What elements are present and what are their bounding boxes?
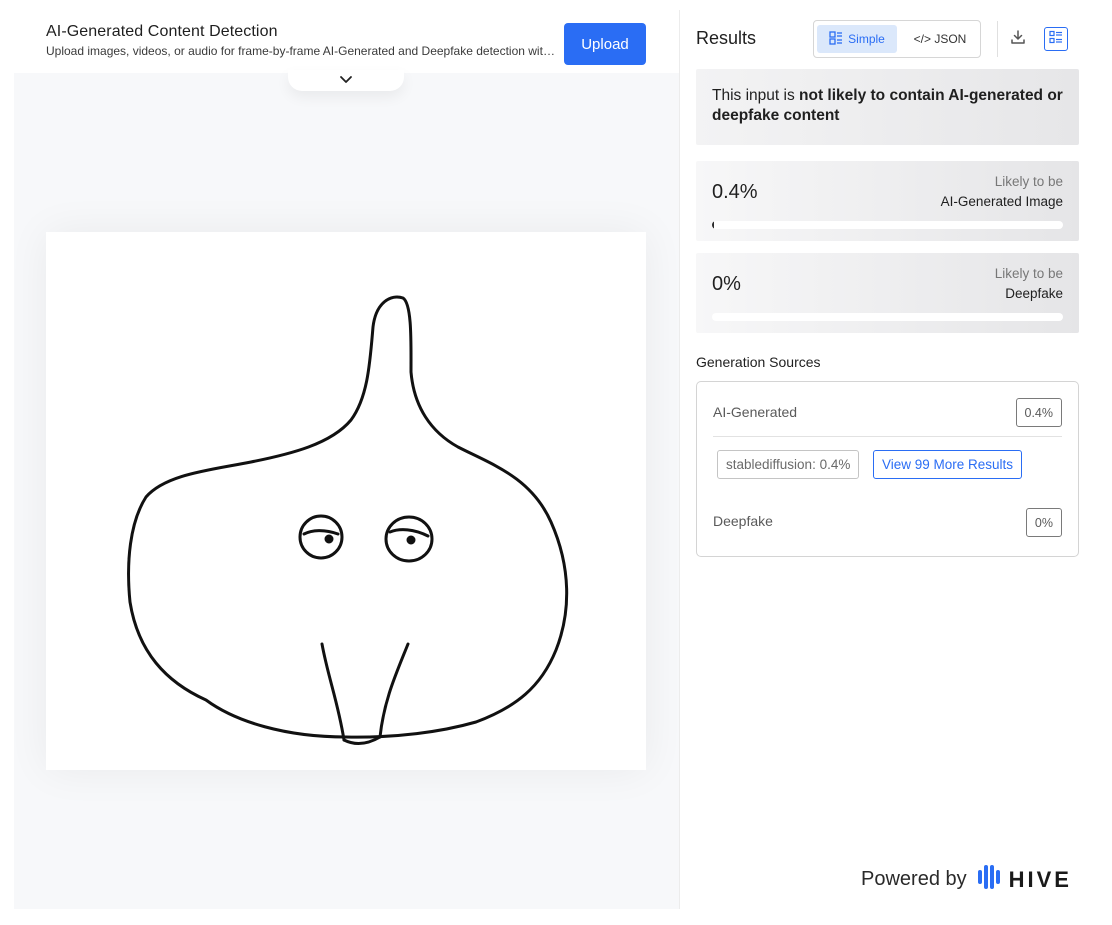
simple-view-label: Simple xyxy=(848,32,885,46)
page-subtitle: Upload images, videos, or audio for fram… xyxy=(46,44,556,58)
results-panel: Results Simple </> JSON This input is no… xyxy=(679,10,1112,909)
list-view-button[interactable] xyxy=(1044,27,1068,51)
ai-generated-score-card: 0.4% Likely to be AI-Generated Image xyxy=(696,161,1079,241)
deepfake-source-badge: 0% xyxy=(1025,508,1062,537)
ai-generated-label: AI-Generated Image xyxy=(940,194,1063,209)
upload-button[interactable]: Upload xyxy=(564,23,646,65)
page-title: AI-Generated Content Detection xyxy=(46,23,278,40)
summary-prefix: This input is xyxy=(712,87,800,104)
deepfake-progress-track xyxy=(712,313,1063,321)
deepfake-source-label: Deepfake xyxy=(713,513,773,529)
simple-view-button[interactable]: Simple xyxy=(817,25,897,53)
chevron-down-icon xyxy=(339,72,353,90)
uploaded-drawing xyxy=(127,295,569,746)
collapse-toggle[interactable] xyxy=(288,70,404,91)
deepfake-percent: 0% xyxy=(712,273,741,295)
uploaded-image-preview xyxy=(46,232,646,770)
ai-generated-likely-text: Likely to be xyxy=(994,174,1063,189)
ai-generated-source-label: AI-Generated xyxy=(713,404,798,420)
generation-sources-box: AI-Generated 0.4% stablediffusion: 0.4% … xyxy=(696,381,1079,557)
view-toggle: Simple </> JSON xyxy=(813,20,981,58)
layout-list-icon xyxy=(829,30,843,48)
json-view-button[interactable]: </> JSON xyxy=(904,25,976,53)
ai-generated-percent: 0.4% xyxy=(712,181,758,203)
list-view-icon xyxy=(1049,30,1063,49)
results-title: Results xyxy=(696,28,757,48)
hive-brand-name: HIVE xyxy=(1008,866,1072,892)
deepfake-likely-text: Likely to be xyxy=(994,266,1063,281)
download-button[interactable] xyxy=(1006,27,1030,51)
upload-panel: AI-Generated Content Detection Upload im… xyxy=(14,10,679,909)
powered-by-text: Powered by xyxy=(861,868,967,890)
deepfake-score-card: 0% Likely to be Deepfake xyxy=(696,253,1079,333)
hive-logo-icon xyxy=(977,864,1001,895)
ai-generated-source-badge: 0.4% xyxy=(1015,398,1062,427)
generation-sources-title: Generation Sources xyxy=(696,354,821,370)
sources-divider xyxy=(713,436,1062,437)
powered-by-footer: Powered by HIVE xyxy=(861,864,1072,895)
view-more-results-button[interactable]: View 99 More Results xyxy=(873,450,1023,479)
result-summary: This input is not likely to contain AI-g… xyxy=(696,69,1079,145)
upload-header: AI-Generated Content Detection Upload im… xyxy=(14,10,679,73)
download-icon xyxy=(1010,29,1026,50)
deepfake-label: Deepfake xyxy=(1005,286,1063,301)
toolbar-divider xyxy=(997,21,998,57)
ai-generated-progress-fill xyxy=(712,221,714,229)
ai-generated-progress-track xyxy=(712,221,1063,229)
hive-logo: HIVE xyxy=(977,864,1072,895)
source-chip-stablediffusion: stablediffusion: 0.4% xyxy=(717,450,860,479)
